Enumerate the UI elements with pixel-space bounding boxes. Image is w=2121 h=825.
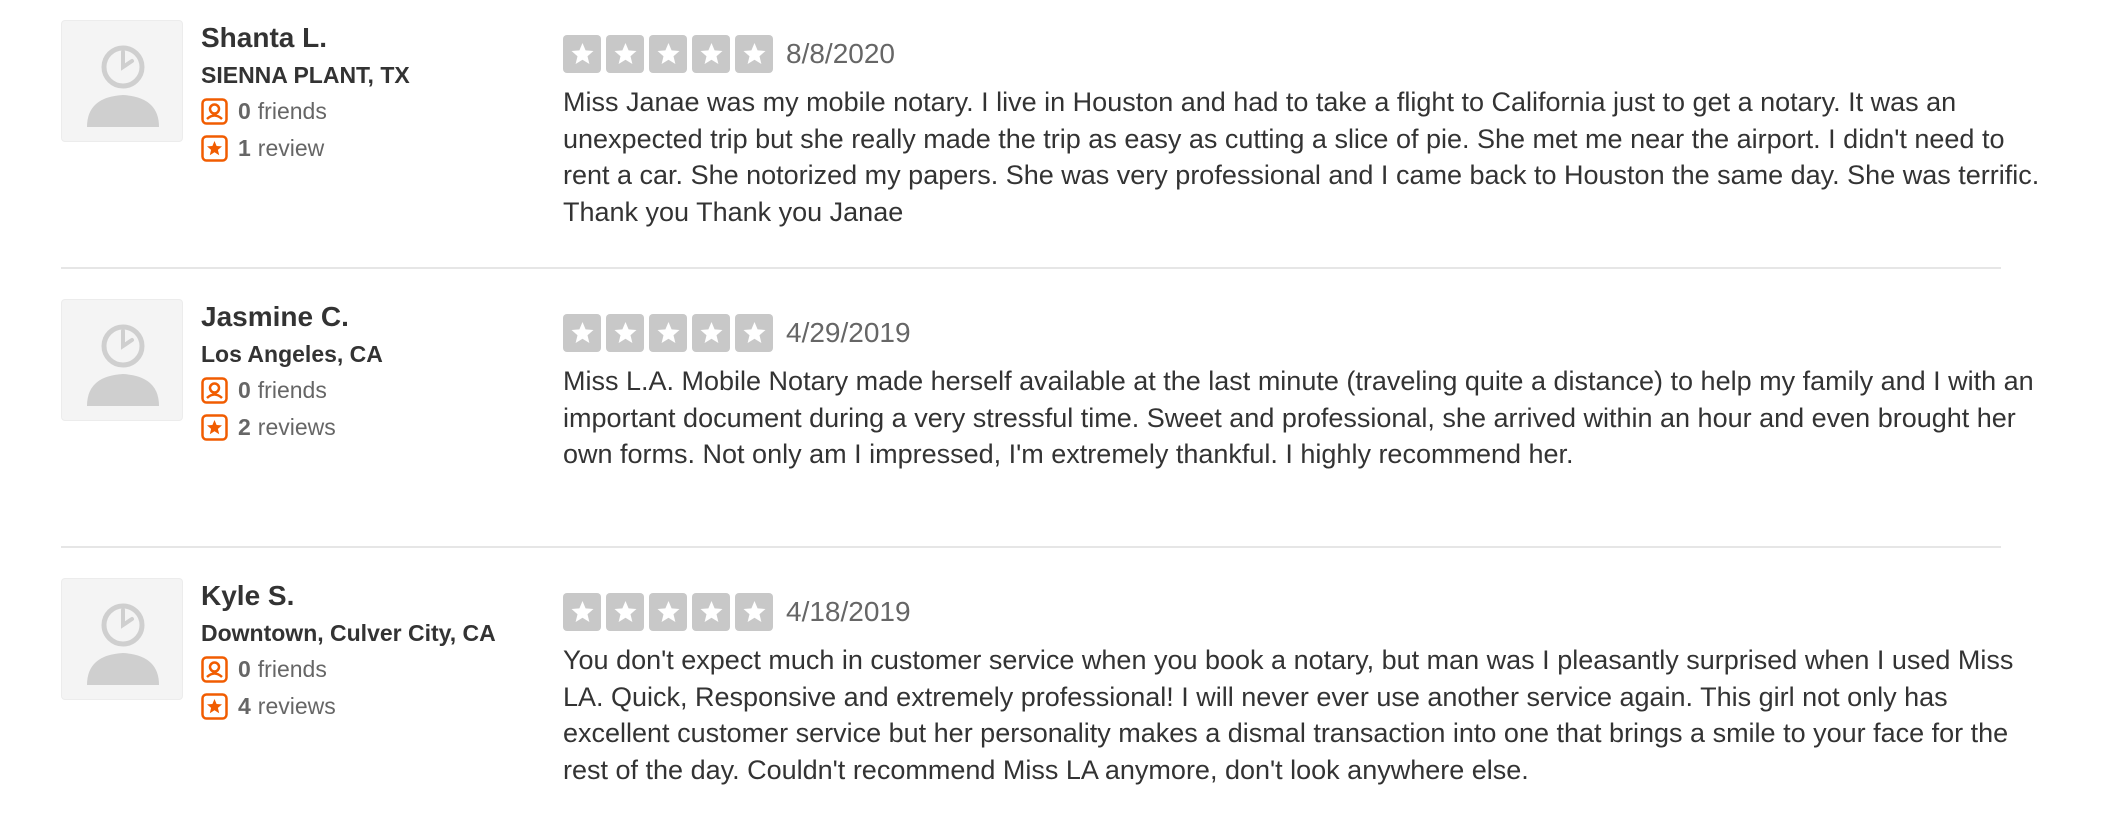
star-icon xyxy=(735,314,773,352)
reviews-list: Shanta L. SIENNA PLANT, TX 0 friends 1 r… xyxy=(0,0,2121,825)
review-star-icon xyxy=(201,693,228,720)
user-avatar[interactable] xyxy=(61,20,183,142)
friends-count: 0 xyxy=(238,377,251,403)
review-body: 4/29/2019 Miss L.A. Mobile Notary made h… xyxy=(563,313,2043,473)
default-user-avatar-icon xyxy=(87,324,159,406)
reviews-stat: 1 review xyxy=(201,130,501,167)
friends-stat: 0 friends xyxy=(201,651,501,688)
friends-icon xyxy=(201,656,228,683)
review-date: 4/29/2019 xyxy=(786,317,911,348)
review-text: Miss L.A. Mobile Notary made herself ava… xyxy=(563,366,2034,469)
user-location: Downtown, Culver City, CA xyxy=(201,620,496,646)
star-icon xyxy=(649,314,687,352)
friends-stat: 0 friends xyxy=(201,372,501,409)
star-icon xyxy=(692,35,730,73)
review-star-icon xyxy=(201,135,228,162)
reviews-label: reviews xyxy=(257,693,336,719)
star-rating xyxy=(563,314,773,352)
review-date: 4/18/2019 xyxy=(786,596,911,627)
user-info: Kyle S. Downtown, Culver City, CA 0 frie… xyxy=(201,578,501,725)
friends-count: 0 xyxy=(238,656,251,682)
user-info: Jasmine C. Los Angeles, CA 0 friends 2 r… xyxy=(201,299,501,446)
user-info: Shanta L. SIENNA PLANT, TX 0 friends 1 r… xyxy=(201,20,501,167)
user-avatar[interactable] xyxy=(61,578,183,700)
star-icon xyxy=(563,35,601,73)
user-name[interactable]: Shanta L. xyxy=(201,20,501,56)
reviews-count: 1 xyxy=(238,135,251,161)
reviews-label: review xyxy=(257,135,325,161)
rating-row: 8/8/2020 xyxy=(563,34,2043,74)
star-rating xyxy=(563,593,773,631)
review-star-icon xyxy=(201,414,228,441)
review-text: Miss Janae was my mobile notary. I live … xyxy=(563,87,2040,227)
review-item: Jasmine C. Los Angeles, CA 0 friends 2 r… xyxy=(61,299,2034,548)
star-icon xyxy=(606,593,644,631)
star-rating xyxy=(563,35,773,73)
review-item: Shanta L. SIENNA PLANT, TX 0 friends 1 r… xyxy=(61,20,2039,269)
friends-icon xyxy=(201,377,228,404)
review-date: 8/8/2020 xyxy=(786,38,895,69)
review-body: 4/18/2019 You don't expect much in custo… xyxy=(563,592,2043,788)
friends-label: friends xyxy=(257,98,327,124)
user-name[interactable]: Kyle S. xyxy=(201,578,501,614)
friends-label: friends xyxy=(257,377,327,403)
star-icon xyxy=(649,593,687,631)
friends-label: friends xyxy=(257,656,327,682)
friends-count: 0 xyxy=(238,98,251,124)
review-text: You don't expect much in customer servic… xyxy=(563,645,2014,785)
reviews-stat: 4 reviews xyxy=(201,688,501,725)
star-icon xyxy=(692,314,730,352)
reviews-stat: 2 reviews xyxy=(201,409,501,446)
star-icon xyxy=(649,35,687,73)
rating-row: 4/18/2019 xyxy=(563,592,2043,632)
star-icon xyxy=(563,593,601,631)
reviews-label: reviews xyxy=(257,414,336,440)
reviews-count: 2 xyxy=(238,414,251,440)
review-item: Kyle S. Downtown, Culver City, CA 0 frie… xyxy=(61,578,2013,825)
star-icon xyxy=(735,35,773,73)
friends-icon xyxy=(201,98,228,125)
user-location: Los Angeles, CA xyxy=(201,341,383,367)
rating-row: 4/29/2019 xyxy=(563,313,2043,353)
user-avatar[interactable] xyxy=(61,299,183,421)
star-icon xyxy=(606,314,644,352)
review-body: 8/8/2020 Miss Janae was my mobile notary… xyxy=(563,34,2043,230)
reviews-count: 4 xyxy=(238,693,251,719)
star-icon xyxy=(606,35,644,73)
star-icon xyxy=(735,593,773,631)
default-user-avatar-icon xyxy=(87,603,159,685)
star-icon xyxy=(563,314,601,352)
user-name[interactable]: Jasmine C. xyxy=(201,299,501,335)
friends-stat: 0 friends xyxy=(201,93,501,130)
star-icon xyxy=(692,593,730,631)
default-user-avatar-icon xyxy=(87,45,159,127)
user-location: SIENNA PLANT, TX xyxy=(201,62,410,88)
